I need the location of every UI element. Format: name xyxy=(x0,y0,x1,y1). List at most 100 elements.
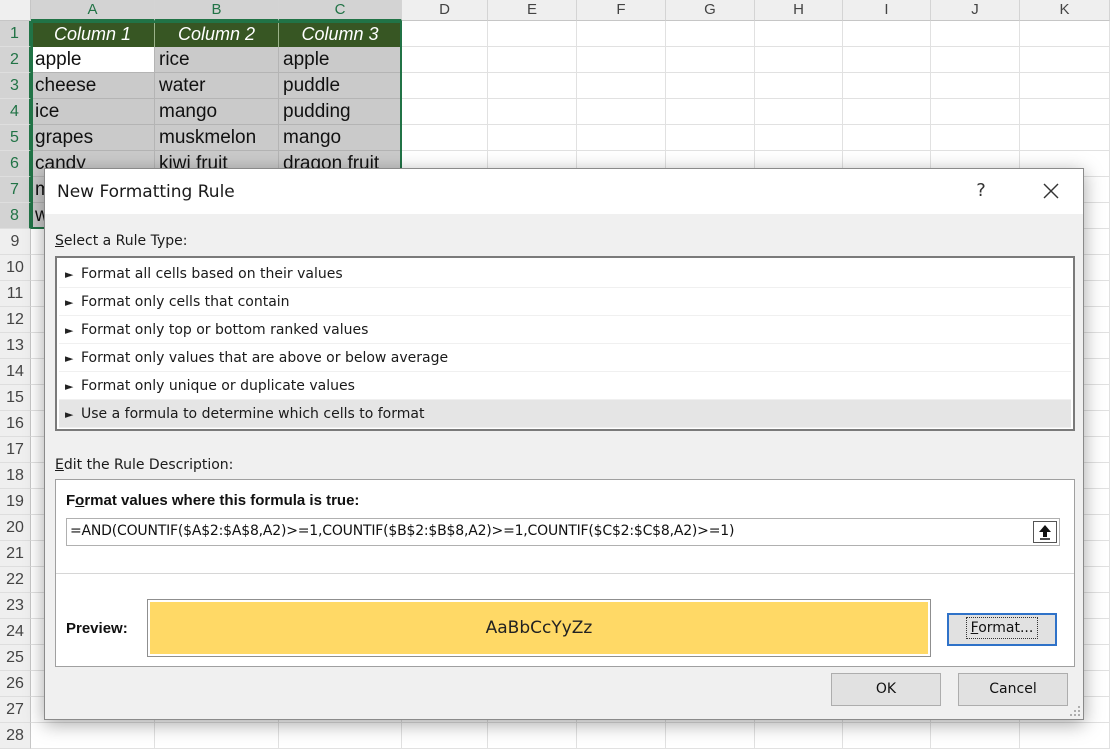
cell[interactable] xyxy=(666,723,755,749)
cell[interactable] xyxy=(843,21,931,47)
table-cell[interactable]: ice xyxy=(31,99,155,125)
row-header-19[interactable]: 19 xyxy=(0,489,31,515)
row-header-16[interactable]: 16 xyxy=(0,411,31,437)
cell[interactable] xyxy=(402,73,488,99)
cell[interactable] xyxy=(666,99,755,125)
row-header-7[interactable]: 7 xyxy=(0,177,31,203)
rule-type-item[interactable]: ► Use a formula to determine which cells … xyxy=(59,400,1071,428)
column-header-j[interactable]: J xyxy=(931,0,1020,21)
row-header-17[interactable]: 17 xyxy=(0,437,31,463)
row-header-22[interactable]: 22 xyxy=(0,567,31,593)
cell[interactable] xyxy=(931,21,1020,47)
table-cell[interactable]: water xyxy=(155,73,279,99)
cell[interactable] xyxy=(488,723,577,749)
column-header-e[interactable]: E xyxy=(488,0,577,21)
cell[interactable] xyxy=(402,47,488,73)
column-header-f[interactable]: F xyxy=(577,0,666,21)
rule-type-item[interactable]: ► Format only top or bottom ranked values xyxy=(59,316,1071,344)
cell[interactable] xyxy=(488,125,577,151)
column-header-h[interactable]: H xyxy=(755,0,843,21)
cell[interactable] xyxy=(1020,47,1110,73)
cell[interactable] xyxy=(402,99,488,125)
cell[interactable] xyxy=(931,99,1020,125)
resize-grip-icon[interactable] xyxy=(1069,705,1081,717)
column-header-a[interactable]: A xyxy=(31,0,155,21)
column-header-c[interactable]: C xyxy=(279,0,402,21)
row-header-9[interactable]: 9 xyxy=(0,229,31,255)
cell[interactable] xyxy=(577,47,666,73)
cell[interactable] xyxy=(843,99,931,125)
rule-type-item[interactable]: ► Format only values that are above or be… xyxy=(59,344,1071,372)
row-header-11[interactable]: 11 xyxy=(0,281,31,307)
cell[interactable] xyxy=(31,723,155,749)
row-header-2[interactable]: 2 xyxy=(0,47,31,73)
cell[interactable] xyxy=(279,723,402,749)
table-cell[interactable]: mango xyxy=(155,99,279,125)
dialog-titlebar[interactable]: New Formatting Rule ? xyxy=(45,169,1083,214)
cell[interactable] xyxy=(931,723,1020,749)
row-header-27[interactable]: 27 xyxy=(0,697,31,723)
cell[interactable] xyxy=(577,21,666,47)
row-header-28[interactable]: 28 xyxy=(0,723,31,749)
cancel-button[interactable]: Cancel xyxy=(958,673,1068,706)
cell[interactable] xyxy=(755,723,843,749)
row-header-8[interactable]: 8 xyxy=(0,203,31,229)
cell[interactable] xyxy=(666,73,755,99)
cell[interactable] xyxy=(402,723,488,749)
row-header-13[interactable]: 13 xyxy=(0,333,31,359)
cell[interactable] xyxy=(1020,99,1110,125)
cell[interactable] xyxy=(666,47,755,73)
collapse-dialog-button[interactable] xyxy=(1033,521,1057,543)
table-cell[interactable]: mango xyxy=(279,125,402,151)
cell[interactable] xyxy=(843,73,931,99)
row-header-25[interactable]: 25 xyxy=(0,645,31,671)
cell[interactable] xyxy=(1020,73,1110,99)
help-button[interactable]: ? xyxy=(963,175,999,207)
table-cell[interactable]: rice xyxy=(155,47,279,73)
table-cell[interactable]: cheese xyxy=(31,73,155,99)
cell[interactable] xyxy=(155,723,279,749)
column-header-d[interactable]: D xyxy=(402,0,488,21)
row-header-3[interactable]: 3 xyxy=(0,73,31,99)
row-header-1[interactable]: 1 xyxy=(0,21,31,47)
cell[interactable] xyxy=(577,99,666,125)
cell[interactable] xyxy=(843,723,931,749)
table-header-cell[interactable]: Column 1 xyxy=(31,21,155,47)
rule-type-item[interactable]: ► Format all cells based on their values xyxy=(59,260,1071,288)
cell[interactable] xyxy=(1020,723,1110,749)
row-header-18[interactable]: 18 xyxy=(0,463,31,489)
table-header-cell[interactable]: Column 3 xyxy=(279,21,402,47)
ok-button[interactable]: OK xyxy=(831,673,941,706)
table-cell[interactable]: pudding xyxy=(279,99,402,125)
column-header-b[interactable]: B xyxy=(155,0,279,21)
formula-input[interactable]: =AND(COUNTIF($A$2:$A$8,A2)>=1,COUNTIF($B… xyxy=(66,518,1060,546)
row-header-20[interactable]: 20 xyxy=(0,515,31,541)
cell[interactable] xyxy=(931,73,1020,99)
column-header-i[interactable]: I xyxy=(843,0,931,21)
table-cell[interactable]: apple xyxy=(279,47,402,73)
cell[interactable] xyxy=(402,125,488,151)
rule-type-list[interactable]: ► Format all cells based on their values ►… xyxy=(55,256,1075,431)
cell[interactable] xyxy=(577,723,666,749)
format-button[interactable]: Format... xyxy=(947,613,1057,646)
cell[interactable] xyxy=(755,47,843,73)
row-header-6[interactable]: 6 xyxy=(0,151,31,177)
table-cell[interactable]: puddle xyxy=(279,73,402,99)
row-header-14[interactable]: 14 xyxy=(0,359,31,385)
cell[interactable] xyxy=(843,125,931,151)
row-header-10[interactable]: 10 xyxy=(0,255,31,281)
select-all-corner[interactable] xyxy=(0,0,31,21)
column-header-g[interactable]: G xyxy=(666,0,755,21)
row-header-5[interactable]: 5 xyxy=(0,125,31,151)
cell[interactable] xyxy=(488,47,577,73)
cell[interactable] xyxy=(488,21,577,47)
cell[interactable] xyxy=(402,21,488,47)
row-header-4[interactable]: 4 xyxy=(0,99,31,125)
row-header-12[interactable]: 12 xyxy=(0,307,31,333)
cell[interactable] xyxy=(1020,125,1110,151)
cell[interactable] xyxy=(755,99,843,125)
table-header-cell[interactable]: Column 2 xyxy=(155,21,279,47)
active-cell[interactable]: apple xyxy=(31,47,155,73)
close-button[interactable] xyxy=(1031,175,1071,207)
cell[interactable] xyxy=(755,73,843,99)
